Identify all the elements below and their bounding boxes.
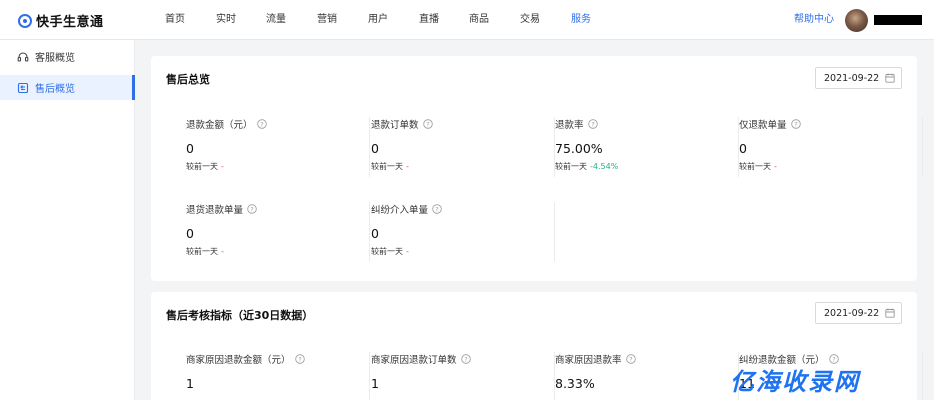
divider bbox=[922, 352, 923, 400]
metric-value: 0 bbox=[186, 141, 194, 156]
metric-label: 商家原因退款订单数 bbox=[371, 355, 457, 366]
help-circle-icon[interactable]: ? bbox=[422, 119, 433, 129]
calendar-icon bbox=[885, 73, 895, 83]
headset-icon bbox=[17, 51, 29, 62]
divider bbox=[369, 117, 370, 177]
divider bbox=[369, 352, 370, 400]
help-circle-icon[interactable]: ? bbox=[256, 119, 267, 129]
metric-return-refund-orders: 退货退款单量? 0 较前一天 - bbox=[186, 202, 370, 262]
sidebar-item-after-sales[interactable]: 售后概览 bbox=[0, 75, 135, 100]
username-redacted[interactable] bbox=[874, 15, 922, 25]
logo-icon bbox=[18, 13, 32, 28]
card-title: 售后总览 bbox=[166, 73, 210, 86]
nav-service[interactable]: 服务 bbox=[571, 0, 591, 40]
metric-label: 仅退款单量 bbox=[739, 120, 787, 131]
nav-realtime[interactable]: 实时 bbox=[216, 0, 236, 40]
nav-users[interactable]: 用户 bbox=[368, 0, 388, 40]
svg-text:?: ? bbox=[426, 120, 429, 128]
metric-refund-rate: 退款率? 75.00% 较前一天 -4.54% bbox=[555, 117, 739, 177]
metric-label: 纠纷介入单量 bbox=[371, 205, 429, 216]
help-circle-icon[interactable]: ? bbox=[460, 354, 471, 364]
compare-label: 较前一天 bbox=[371, 162, 403, 171]
change-value: - bbox=[221, 247, 224, 256]
metric-merchant-refund-rate: 商家原因退款率? 8.33% bbox=[555, 352, 739, 400]
divider bbox=[369, 202, 370, 262]
nav-transactions[interactable]: 交易 bbox=[520, 0, 540, 40]
help-circle-icon[interactable]: ? bbox=[247, 204, 257, 214]
metric-value: 8.33% bbox=[555, 376, 595, 391]
svg-text:?: ? bbox=[629, 355, 632, 363]
metric-value: 0 bbox=[739, 141, 747, 156]
metric-label: 商家原因退款金额（元） bbox=[186, 355, 291, 366]
sidebar-item-customer-service[interactable]: 客服概览 bbox=[0, 44, 135, 69]
calendar-icon bbox=[885, 308, 895, 318]
help-circle-icon[interactable]: ? bbox=[294, 354, 305, 364]
svg-text:?: ? bbox=[250, 205, 253, 213]
metric-refund-only-orders: 仅退款单量? 0 较前一天 - bbox=[739, 117, 923, 177]
top-navigation-bar: 快手生意通 首页 实时 流量 营销 用户 直播 商品 交易 服务 帮助中心 bbox=[0, 0, 934, 40]
divider bbox=[554, 202, 555, 262]
nav-marketing[interactable]: 营销 bbox=[317, 0, 337, 40]
help-circle-icon[interactable]: ? bbox=[790, 119, 801, 129]
sidebar: 客服概览 售后概览 bbox=[0, 40, 135, 400]
metric-value: 0 bbox=[371, 141, 379, 156]
change-value: - bbox=[774, 162, 777, 171]
compare-label: 较前一天 bbox=[555, 162, 587, 171]
metric-value: 1 bbox=[371, 376, 379, 391]
date-value: 2021-09-22 bbox=[824, 73, 880, 84]
sidebar-item-label: 售后概览 bbox=[35, 84, 75, 95]
help-circle-icon[interactable]: ? bbox=[625, 354, 636, 364]
svg-text:?: ? bbox=[298, 355, 301, 363]
nav-home[interactable]: 首页 bbox=[165, 0, 185, 40]
metric-label: 退款订单数 bbox=[371, 120, 419, 131]
logo-text: 快手生意通 bbox=[36, 15, 104, 30]
change-value: - bbox=[406, 247, 409, 256]
svg-text:?: ? bbox=[260, 120, 263, 128]
compare-label: 较前一天 bbox=[739, 162, 771, 171]
after-sales-overview-card: 售后总览 2021-09-22 退款金额（元）? 0 较前一天 - 退款订单数? … bbox=[151, 56, 923, 281]
help-center-link[interactable]: 帮助中心 bbox=[794, 0, 834, 40]
nav-traffic[interactable]: 流量 bbox=[266, 0, 286, 40]
metric-label: 退款率 bbox=[555, 120, 584, 131]
return-icon bbox=[17, 82, 29, 93]
date-picker[interactable]: 2021-09-22 bbox=[815, 67, 902, 89]
card-title: 售后考核指标（近30日数据） bbox=[166, 309, 314, 322]
metric-dispute-orders: 纠纷介入单量? 0 较前一天 - bbox=[371, 202, 555, 262]
date-value: 2021-09-22 bbox=[824, 308, 880, 319]
metric-label: 商家原因退款率 bbox=[555, 355, 622, 366]
help-circle-icon[interactable]: ? bbox=[432, 204, 442, 214]
compare-label: 较前一天 bbox=[186, 162, 218, 171]
avatar[interactable] bbox=[845, 9, 868, 32]
svg-text:?: ? bbox=[435, 205, 438, 213]
nav-live[interactable]: 直播 bbox=[419, 0, 439, 40]
metric-refund-orders: 退款订单数? 0 较前一天 - bbox=[371, 117, 555, 177]
svg-text:?: ? bbox=[591, 120, 594, 128]
metric-value: 1 bbox=[186, 376, 194, 391]
compare-label: 较前一天 bbox=[186, 247, 218, 256]
metric-merchant-refund-orders: 商家原因退款订单数? 1 bbox=[371, 352, 555, 400]
nav-products[interactable]: 商品 bbox=[469, 0, 489, 40]
svg-text:?: ? bbox=[464, 355, 467, 363]
watermark: 亿海收录网 bbox=[730, 368, 860, 396]
date-picker[interactable]: 2021-09-22 bbox=[815, 302, 902, 324]
metric-label: 退款金额（元） bbox=[186, 120, 253, 131]
metric-value: 0 bbox=[186, 226, 194, 241]
compare-label: 较前一天 bbox=[371, 247, 403, 256]
change-value: - bbox=[406, 162, 409, 171]
metric-value: 0 bbox=[371, 226, 379, 241]
metric-value: 75.00% bbox=[555, 141, 603, 156]
app-logo[interactable]: 快手生意通 bbox=[18, 11, 104, 30]
help-circle-icon[interactable]: ? bbox=[587, 119, 598, 129]
change-value: -4.54% bbox=[590, 162, 619, 171]
metric-merchant-refund-amount: 商家原因退款金额（元）? 1 bbox=[186, 352, 370, 400]
metric-label: 退货退款单量 bbox=[186, 205, 244, 216]
svg-text:?: ? bbox=[794, 120, 797, 128]
divider bbox=[922, 117, 923, 177]
sidebar-item-label: 客服概览 bbox=[35, 53, 75, 64]
metric-refund-amount: 退款金额（元）? 0 较前一天 - bbox=[186, 117, 370, 177]
change-value: - bbox=[221, 162, 224, 171]
